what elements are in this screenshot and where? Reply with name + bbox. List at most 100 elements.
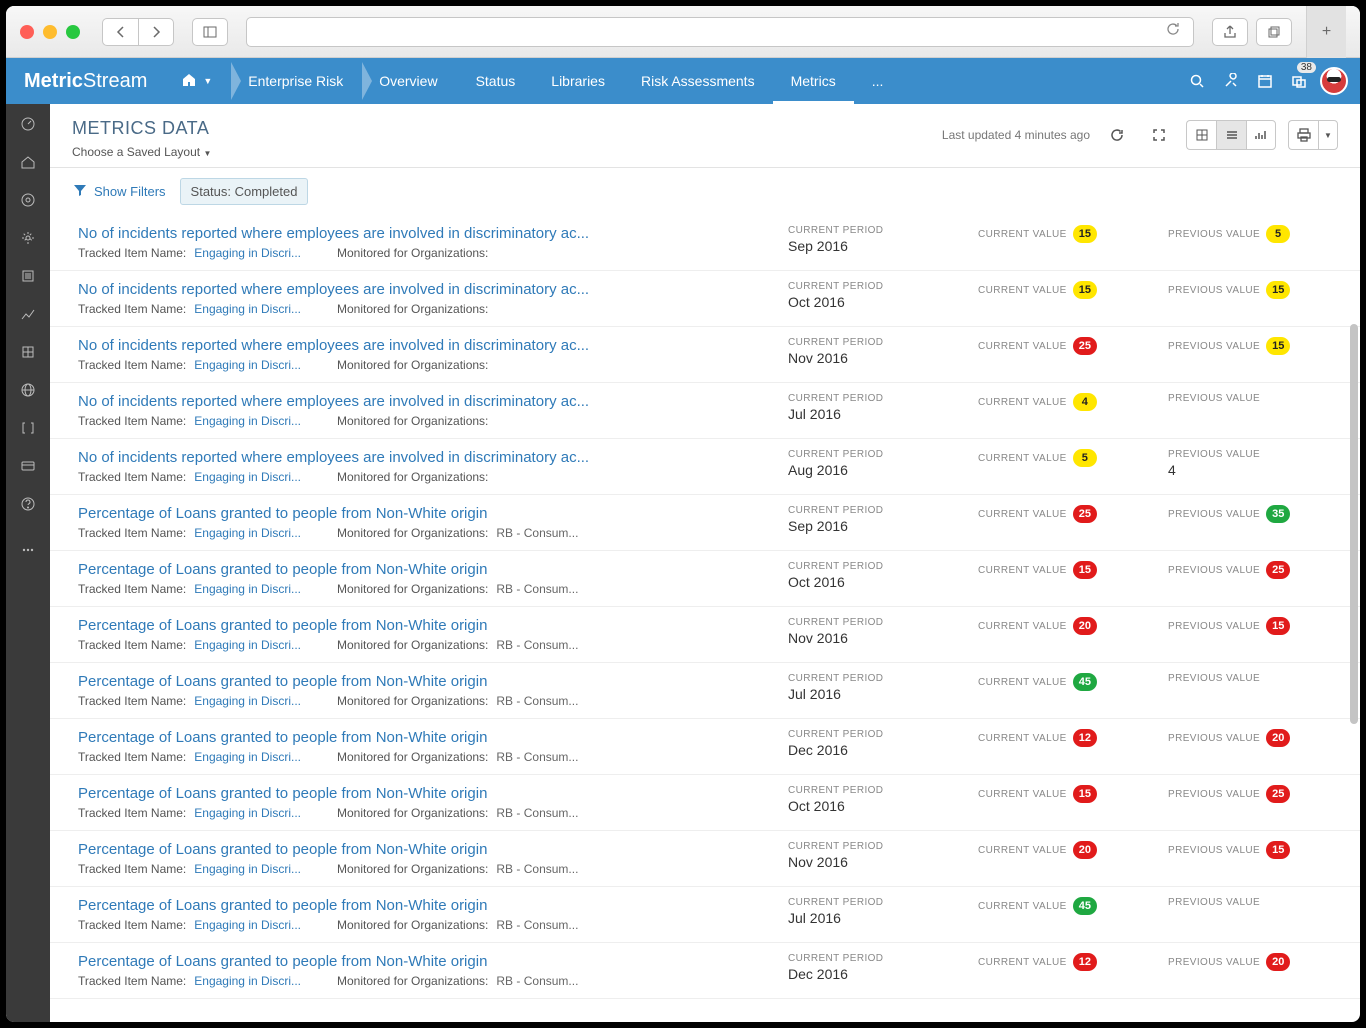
tracked-item-link[interactable]: Engaging in Discri... (194, 246, 301, 260)
current-value-label: CURRENT VALUE (978, 677, 1067, 688)
current-period-label: CURRENT PERIOD (788, 897, 978, 908)
scrollbar-thumb[interactable] (1350, 324, 1358, 724)
metric-title-link[interactable]: Percentage of Loans granted to people fr… (78, 729, 788, 746)
home-icon (181, 72, 197, 91)
tracked-item-link[interactable]: Engaging in Discri... (194, 638, 301, 652)
previous-value-label: PREVIOUS VALUE (1168, 673, 1338, 684)
sb-chart-icon[interactable] (18, 304, 38, 324)
metric-title-link[interactable]: Percentage of Loans granted to people fr… (78, 785, 788, 802)
tabs-button[interactable] (1256, 18, 1292, 46)
view-chart-button[interactable] (1246, 120, 1276, 150)
new-tab-button[interactable]: + (1306, 6, 1346, 58)
metric-title-link[interactable]: No of incidents reported where employees… (78, 449, 788, 466)
previous-value-label: PREVIOUS VALUE (1168, 229, 1260, 240)
current-value-label: CURRENT VALUE (978, 341, 1067, 352)
metric-title-link[interactable]: Percentage of Loans granted to people fr… (78, 673, 788, 690)
breadcrumb-overview[interactable]: Overview (363, 58, 457, 104)
reload-icon[interactable] (1165, 21, 1181, 42)
tracked-item-link[interactable]: Engaging in Discri... (194, 526, 301, 540)
nav-more[interactable]: ... (854, 58, 902, 104)
tracked-item-label: Tracked Item Name: (78, 806, 186, 820)
value-pill: 25 (1266, 785, 1290, 803)
forward-button[interactable] (138, 18, 174, 46)
sb-bracket-icon[interactable] (18, 418, 38, 438)
nav-metrics[interactable]: Metrics (773, 58, 854, 104)
filter-chip-status[interactable]: Status: Completed (180, 178, 309, 205)
monitored-org-label: Monitored for Organizations: (337, 974, 488, 988)
tools-icon[interactable] (1214, 58, 1248, 104)
tracked-item-link[interactable]: Engaging in Discri... (194, 582, 301, 596)
window-maximize-button[interactable] (66, 25, 80, 39)
view-grid-button[interactable] (1186, 120, 1216, 150)
print-button[interactable] (1288, 120, 1318, 150)
metric-title-link[interactable]: Percentage of Loans granted to people fr… (78, 617, 788, 634)
current-period-value: Oct 2016 (788, 574, 978, 590)
tracked-item-link[interactable]: Engaging in Discri... (194, 862, 301, 876)
last-updated-text: Last updated 4 minutes ago (942, 128, 1090, 142)
window-minimize-button[interactable] (43, 25, 57, 39)
search-icon[interactable] (1180, 58, 1214, 104)
tracked-item-link[interactable]: Engaging in Discri... (194, 806, 301, 820)
share-button[interactable] (1212, 18, 1248, 46)
tracked-item-link[interactable]: Engaging in Discri... (194, 750, 301, 764)
sb-home-icon[interactable] (18, 152, 38, 172)
tracked-item-link[interactable]: Engaging in Discri... (194, 302, 301, 316)
metric-title-link[interactable]: Percentage of Loans granted to people fr… (78, 897, 788, 914)
tracked-item-link[interactable]: Engaging in Discri... (194, 358, 301, 372)
metric-title-link[interactable]: Percentage of Loans granted to people fr… (78, 953, 788, 970)
tracked-item-link[interactable]: Engaging in Discri... (194, 470, 301, 484)
sb-help-icon[interactable] (18, 494, 38, 514)
metric-title-link[interactable]: Percentage of Loans granted to people fr… (78, 841, 788, 858)
window-close-button[interactable] (20, 25, 34, 39)
saved-layout-dropdown[interactable]: Choose a Saved Layout ▼ (72, 145, 942, 159)
sb-globe-icon[interactable] (18, 380, 38, 400)
print-dropdown-button[interactable]: ▼ (1318, 120, 1338, 150)
brand-logo[interactable]: MetricStream (6, 70, 165, 93)
sidebar-toggle-button[interactable] (192, 18, 228, 46)
view-list-button[interactable] (1216, 120, 1246, 150)
avatar[interactable] (1320, 67, 1348, 95)
tracked-item-link[interactable]: Engaging in Discri... (194, 974, 301, 988)
value-pill: 5 (1266, 225, 1290, 243)
metric-row: No of incidents reported where employees… (50, 327, 1360, 383)
home-breadcrumb[interactable]: ▼ (165, 58, 232, 104)
sb-target-icon[interactable] (18, 190, 38, 210)
fullscreen-button[interactable] (1144, 120, 1174, 150)
metric-title-link[interactable]: No of incidents reported where employees… (78, 337, 788, 354)
value-pill: 35 (1266, 505, 1290, 523)
sb-grid-icon[interactable] (18, 342, 38, 362)
show-filters-button[interactable]: Show Filters (72, 182, 166, 201)
back-button[interactable] (102, 18, 138, 46)
monitored-org-value: RB - Consum... (496, 582, 578, 596)
sb-more-icon[interactable] (18, 540, 38, 560)
tracked-item-link[interactable]: Engaging in Discri... (194, 918, 301, 932)
sb-gear-icon[interactable] (18, 228, 38, 248)
current-period-label: CURRENT PERIOD (788, 505, 978, 516)
metric-title-link[interactable]: No of incidents reported where employees… (78, 393, 788, 410)
sb-card-icon[interactable] (18, 456, 38, 476)
browser-titlebar: + (6, 6, 1360, 58)
url-bar[interactable] (246, 17, 1194, 47)
metric-title-link[interactable]: Percentage of Loans granted to people fr… (78, 505, 788, 522)
notifications-icon[interactable]: 38 (1282, 58, 1316, 104)
nav-libraries[interactable]: Libraries (533, 58, 623, 104)
refresh-button[interactable] (1102, 120, 1132, 150)
tracked-item-link[interactable]: Engaging in Discri... (194, 694, 301, 708)
breadcrumb-enterprise-risk[interactable]: Enterprise Risk (232, 58, 363, 104)
nav-status[interactable]: Status (458, 58, 534, 104)
metric-title-link[interactable]: No of incidents reported where employees… (78, 225, 788, 242)
value-pill: 12 (1073, 729, 1097, 747)
tracked-item-link[interactable]: Engaging in Discri... (194, 414, 301, 428)
calendar-icon[interactable] (1248, 58, 1282, 104)
sb-dashboard-icon[interactable] (18, 114, 38, 134)
sb-list-icon[interactable] (18, 266, 38, 286)
metric-row: Percentage of Loans granted to people fr… (50, 831, 1360, 887)
current-period-label: CURRENT PERIOD (788, 337, 978, 348)
nav-risk-assessments[interactable]: Risk Assessments (623, 58, 773, 104)
previous-value-label: PREVIOUS VALUE (1168, 449, 1338, 460)
value-pill: 45 (1073, 673, 1097, 691)
value-pill: 45 (1073, 897, 1097, 915)
value-pill: 5 (1073, 449, 1097, 467)
metric-title-link[interactable]: Percentage of Loans granted to people fr… (78, 561, 788, 578)
metric-title-link[interactable]: No of incidents reported where employees… (78, 281, 788, 298)
